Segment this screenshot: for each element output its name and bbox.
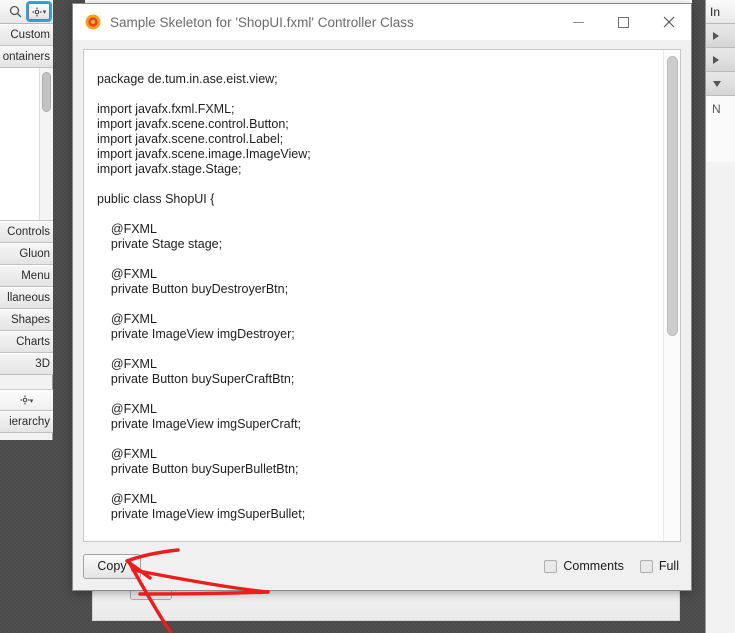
sidebar-item-menu[interactable]: Menu bbox=[0, 265, 53, 287]
dialog-title: Sample Skeleton for 'ShopUI.fxml' Contro… bbox=[110, 14, 414, 30]
inspector-pane-properties[interactable] bbox=[706, 24, 735, 48]
sidebar-item-gluon[interactable]: Gluon bbox=[0, 243, 53, 265]
code-panel: package de.tum.in.ase.eist.view; import … bbox=[83, 49, 681, 542]
inspector-title-label: In bbox=[710, 4, 721, 19]
scenebuilder-app-icon bbox=[85, 14, 101, 30]
library-panel: ▾ Custom ontainers Controls Gluon Menu l… bbox=[0, 0, 53, 440]
library-scrollbar-thumb[interactable] bbox=[42, 72, 51, 112]
sidebar-item-controls[interactable]: Controls bbox=[0, 221, 53, 243]
sidebar-item-label: Menu bbox=[21, 270, 50, 282]
hierarchy-toolbar: ▾ bbox=[0, 389, 53, 411]
sidebar-item-label: llaneous bbox=[7, 292, 50, 304]
sidebar-item-label: ierarchy bbox=[9, 416, 50, 428]
comments-checkbox-label: Comments bbox=[563, 559, 624, 573]
maximize-icon[interactable] bbox=[601, 4, 646, 40]
skeleton-code-text[interactable]: package de.tum.in.ase.eist.view; import … bbox=[84, 63, 662, 529]
sidebar-item-charts[interactable]: Charts bbox=[0, 331, 53, 353]
sidebar-item-shapes[interactable]: Shapes bbox=[0, 309, 53, 331]
sidebar-item-hierarchy[interactable]: ierarchy bbox=[0, 411, 53, 433]
library-scrollbar[interactable] bbox=[39, 68, 53, 220]
gear-dropdown-icon[interactable]: ▾ bbox=[20, 395, 33, 406]
sidebar-item-label: Gluon bbox=[19, 248, 50, 260]
sidebar-item-label: Charts bbox=[16, 336, 50, 348]
full-checkbox-label: Full bbox=[658, 559, 679, 573]
inspector-content: N bbox=[706, 96, 735, 162]
full-checkbox-box[interactable] bbox=[639, 559, 653, 573]
sidebar-item-label: Controls bbox=[7, 226, 50, 238]
dialog-footer: Copy Comments Full bbox=[73, 542, 691, 590]
copy-button[interactable]: Copy bbox=[83, 553, 141, 579]
chevron-right-icon bbox=[713, 31, 719, 40]
library-toolbar: ▾ bbox=[0, 0, 53, 24]
library-list-area bbox=[0, 68, 53, 221]
full-checkbox[interactable]: Full bbox=[639, 559, 679, 573]
code-scrollbar-thumb[interactable] bbox=[667, 56, 678, 336]
sidebar-item-custom[interactable]: Custom bbox=[0, 24, 53, 46]
sidebar-item-containers[interactable]: ontainers bbox=[0, 46, 53, 68]
sidebar-item-miscellaneous[interactable]: llaneous bbox=[0, 287, 53, 309]
sidebar-item-label: ontainers bbox=[2, 51, 50, 63]
search-icon[interactable] bbox=[7, 4, 24, 20]
sidebar-item-label: 3D bbox=[35, 358, 50, 370]
inspector-content-label: N bbox=[712, 102, 721, 116]
inspector-pane-layout[interactable] bbox=[706, 48, 735, 72]
code-scrollbar[interactable] bbox=[663, 50, 680, 541]
chevron-right-icon bbox=[713, 55, 719, 64]
sidebar-item-label: Shapes bbox=[10, 314, 50, 326]
gear-dropdown-icon[interactable]: ▾ bbox=[28, 3, 50, 20]
dialog-titlebar[interactable]: Sample Skeleton for 'ShopUI.fxml' Contro… bbox=[73, 4, 691, 40]
inspector-panel: In N bbox=[705, 0, 735, 633]
comments-checkbox-box[interactable] bbox=[544, 559, 558, 573]
minimize-icon[interactable] bbox=[556, 4, 601, 40]
sidebar-item-3d[interactable]: 3D bbox=[0, 353, 53, 375]
skeleton-dialog: Sample Skeleton for 'ShopUI.fxml' Contro… bbox=[72, 3, 692, 591]
inspector-pane-code[interactable] bbox=[706, 72, 735, 96]
close-icon[interactable] bbox=[646, 4, 691, 40]
dialog-body: package de.tum.in.ase.eist.view; import … bbox=[73, 40, 691, 542]
chevron-down-icon bbox=[713, 80, 721, 87]
inspector-title: In bbox=[706, 0, 735, 24]
comments-checkbox[interactable]: Comments bbox=[544, 559, 624, 573]
sidebar-item-label: Custom bbox=[10, 29, 50, 41]
